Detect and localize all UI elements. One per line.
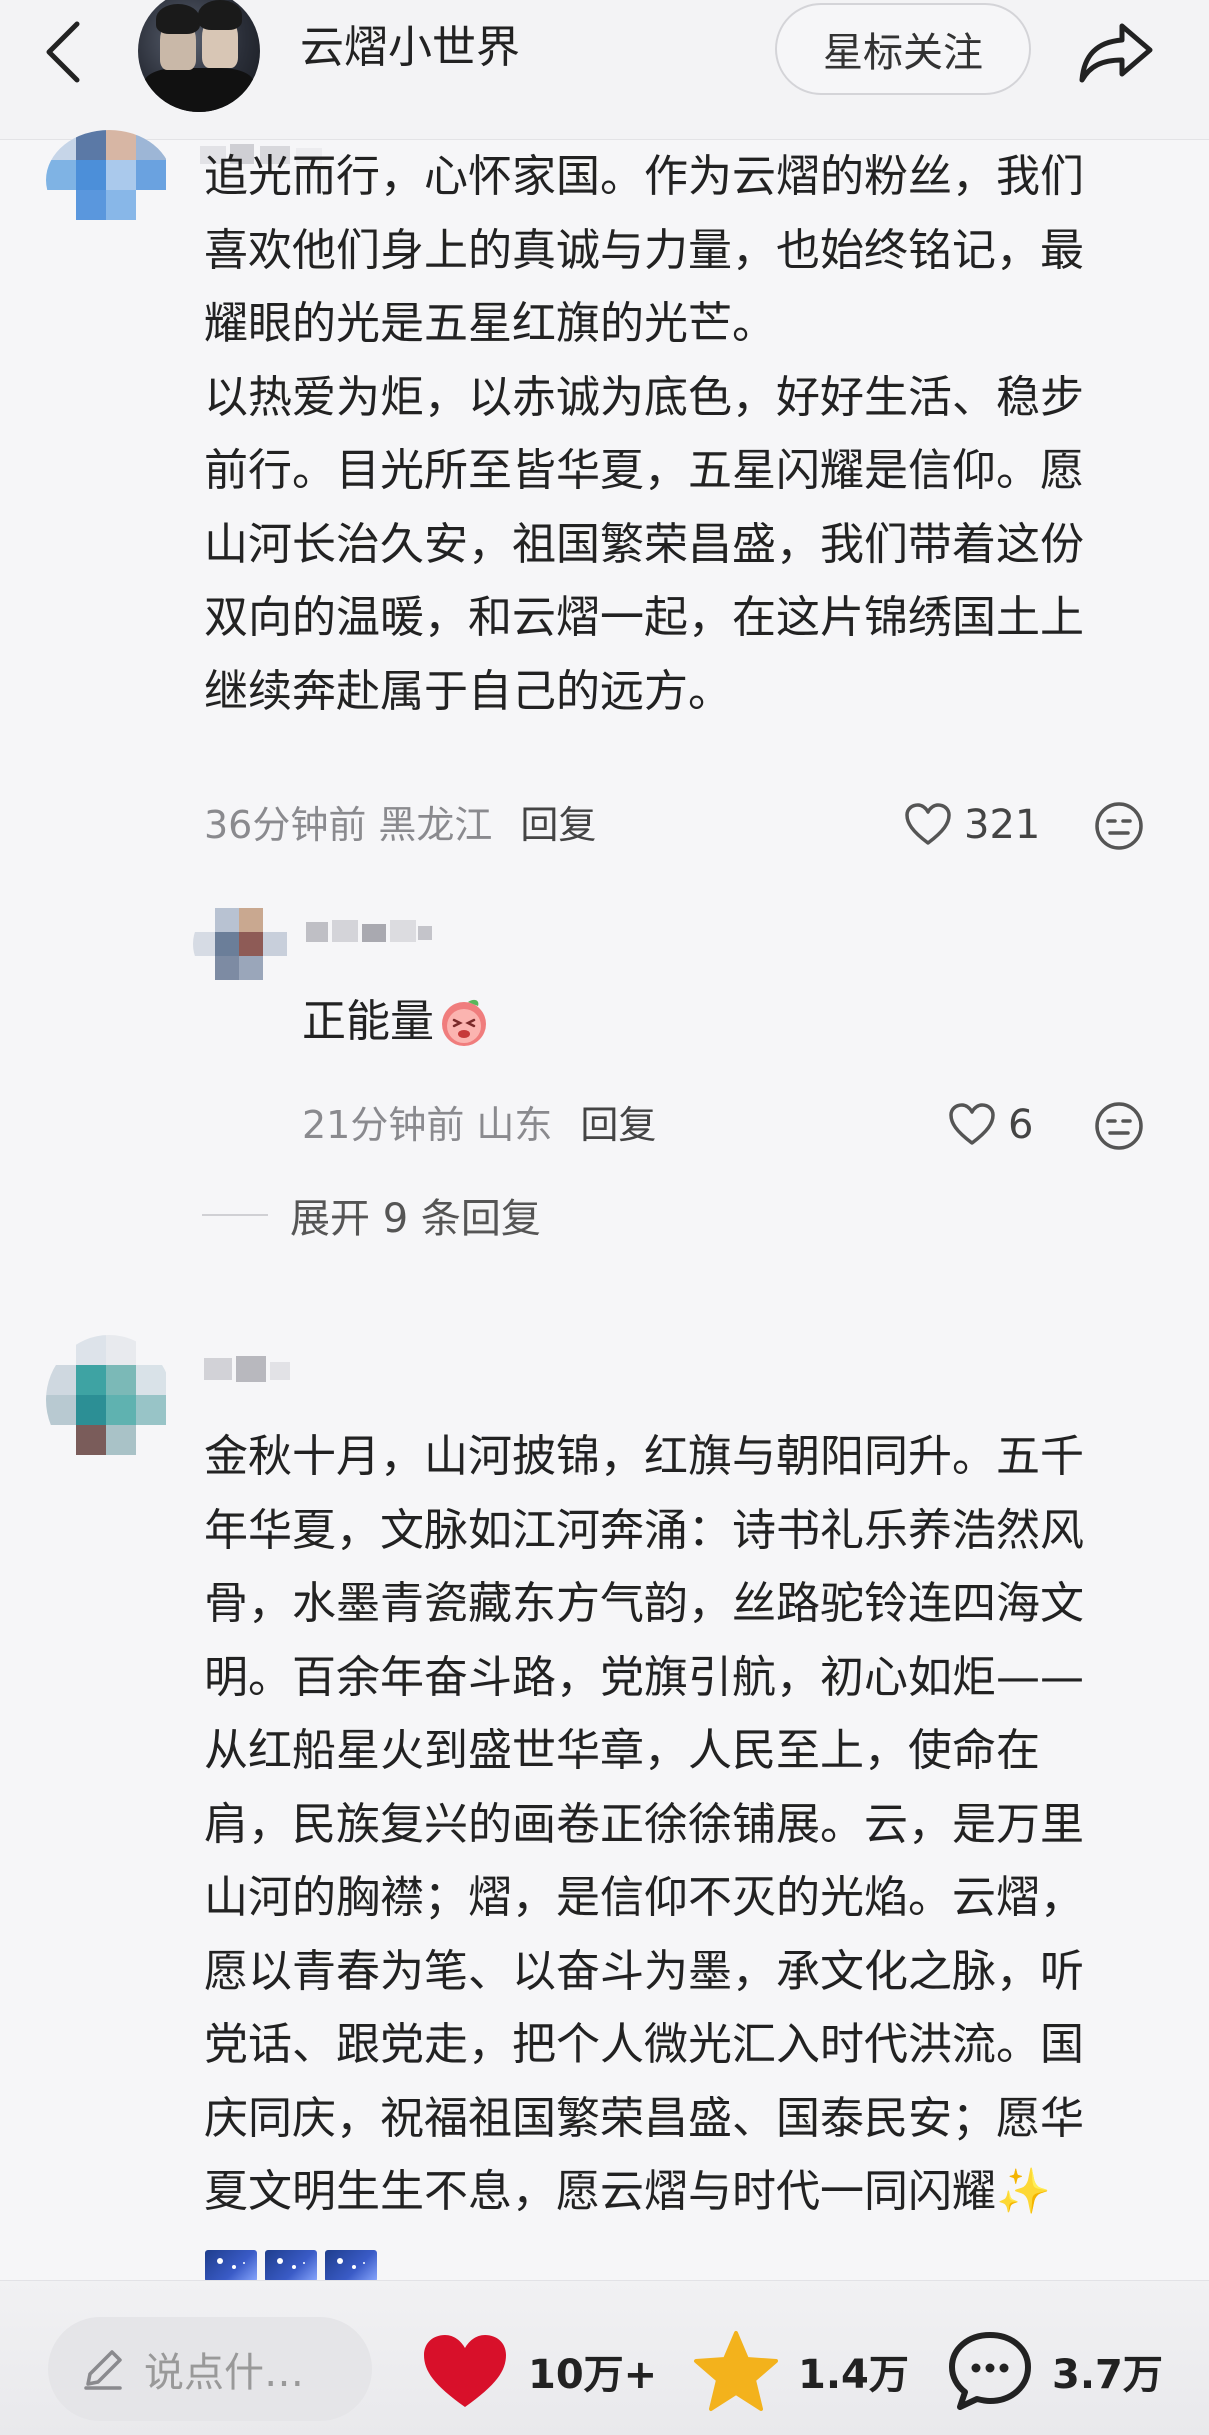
star-tile-emoji [205,2250,257,2282]
reply-text: 正能量 [302,985,702,1059]
comment-count: 3.7万 [1052,2352,1163,2398]
input-placeholder: 说点什… [144,2350,304,2396]
expand-replies-button[interactable]: 展开 9 条回复 [202,1185,541,1245]
reply-button[interactable]: 回复 [520,800,596,850]
comment-meta: 36分钟前 黑龙江 回复 [204,800,596,850]
share-icon [1079,23,1153,83]
reply-meta: 21分钟前 山东 回复 [302,1100,656,1150]
divider-line [202,1214,268,1216]
star-follow-button[interactable]: 星标关注 [775,3,1031,95]
back-button[interactable] [38,12,88,92]
like-count: 321 [964,802,1041,848]
commenter-name-blurred [204,1356,290,1382]
comment-time: 36分钟前 [204,803,367,847]
heart-outline-icon [905,803,951,845]
heart-outline-icon [949,1103,995,1145]
emoji-tiles [205,2250,377,2282]
like-count: 6 [1008,1102,1034,1148]
reply-time: 21分钟前 [302,1103,465,1147]
back-arrow-icon [46,21,80,83]
comment-text: 金秋十月，山河披锦，红旗与朝阳同升。五千 年华夏，文脉如江河奔涌：诗书礼乐养浩然… [204,1431,1084,2217]
chat-bubble-icon [949,2332,1031,2410]
bottom-action-bar: 说点什… 10万+ 1.4万 3.7万 [0,2280,1209,2435]
face-icon[interactable] [1093,1100,1145,1152]
commenter-avatar[interactable] [46,1335,172,1465]
post-detail-page: 云熠小世界 星标关注 追光而行，心怀家国。作为云熠的粉丝，我们 喜欢他们身上的真… [0,0,1209,2435]
reply-button[interactable]: 回复 [580,1100,656,1150]
account-avatar[interactable] [138,0,260,112]
star-tile-emoji [325,2250,377,2282]
reply-location: 山东 [476,1103,553,1147]
comments-button[interactable]: 3.7万 [946,2329,1163,2413]
replier-name-blurred [306,920,432,942]
star-icon [694,2331,778,2411]
commenter-avatar[interactable] [46,130,172,230]
reply-like-button[interactable]: 6 [948,1095,1033,1155]
post-like-count: 10万+ [528,2352,658,2398]
account-name[interactable]: 云熠小世界 [300,18,520,78]
favorite-count: 1.4万 [798,2352,909,2398]
cute-emoji-icon [442,999,486,1046]
share-button[interactable] [1076,12,1156,92]
header-bar: 云熠小世界 星标关注 [0,0,1209,140]
face-icon[interactable] [1093,800,1145,852]
star-tile-emoji [265,2250,317,2282]
comment-location: 黑龙江 [378,803,493,847]
favorite-button[interactable]: 1.4万 [692,2329,909,2413]
comment-like-button[interactable]: 321 [904,795,1040,855]
comment-input[interactable]: 说点什… [48,2317,372,2421]
comment-text: 追光而行，心怀家国。作为云熠的粉丝，我们 喜欢他们身上的真诚与力量，也始终铭记，… [204,151,1084,717]
replier-avatar[interactable] [193,900,293,988]
heart-filled-icon [424,2335,506,2407]
like-post-button[interactable]: 10万+ [420,2329,657,2413]
pencil-icon [84,2350,122,2390]
